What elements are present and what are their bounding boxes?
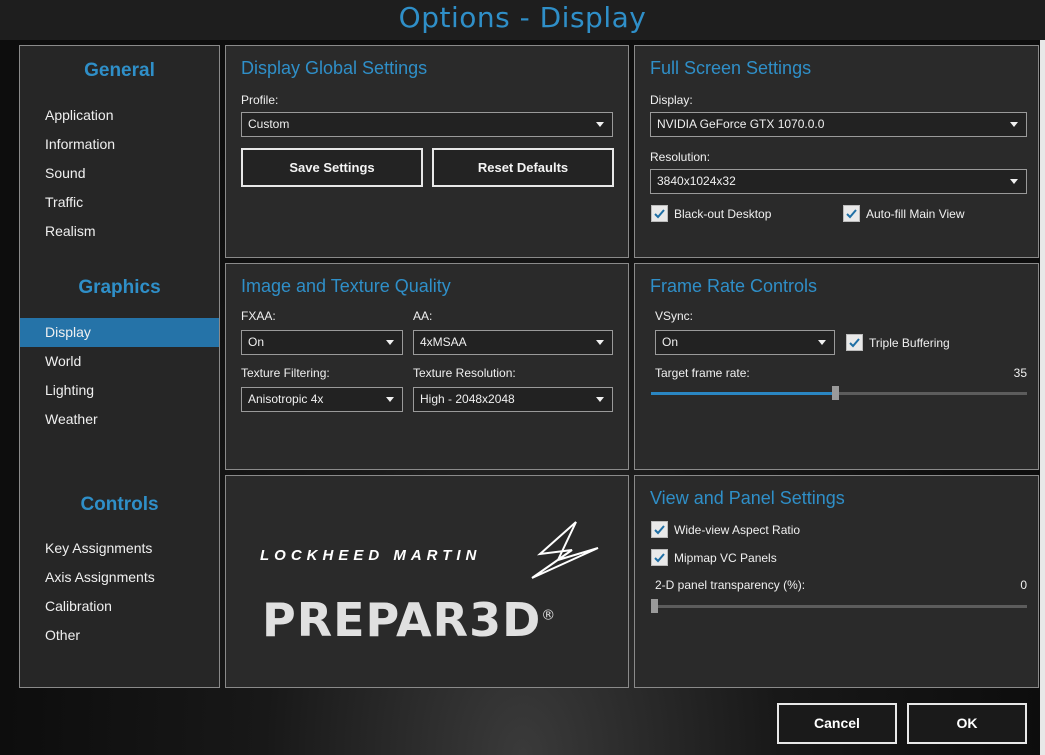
display-label: Display: (650, 93, 693, 107)
sidebar-item-realism[interactable]: Realism (20, 217, 219, 246)
chevron-down-icon (818, 340, 826, 345)
sidebar-heading-general: General (84, 60, 155, 81)
transparency-slider[interactable] (651, 599, 1027, 613)
image-quality-panel: Image and Texture Quality FXAA: On AA: 4… (225, 263, 629, 470)
sidebar-item-application[interactable]: Application (20, 101, 219, 130)
panel-title: Display Global Settings (241, 58, 428, 78)
sidebar-heading-controls: Controls (80, 494, 159, 515)
lockheed-martin-logo-text: LOCKHEED MARTIN (260, 547, 482, 564)
chevron-down-icon (1010, 122, 1018, 127)
sidebar-item-key-assignments[interactable]: Key Assignments (20, 534, 219, 563)
texture-filtering-value: Anisotropic 4x (248, 392, 324, 406)
panel-title: Image and Texture Quality (241, 276, 451, 296)
prepar3d-logo: PREPAR3D® (262, 593, 556, 647)
blackout-label: Black-out Desktop (674, 207, 772, 221)
transparency-label: 2-D panel transparency (%): (655, 578, 806, 592)
fxaa-label: FXAA: (241, 309, 276, 323)
sidebar-item-sound[interactable]: Sound (20, 159, 219, 188)
texture-filtering-label: Texture Filtering: (241, 366, 330, 380)
save-settings-button[interactable]: Save Settings (241, 148, 423, 187)
logo-panel: LOCKHEED MARTIN PREPAR3D® (225, 475, 629, 688)
aa-select[interactable]: 4xMSAA (413, 330, 613, 355)
checkmark-icon (654, 525, 665, 535)
frame-rate-panel: Frame Rate Controls VSync: On Triple Buf… (634, 263, 1039, 470)
mipmap-checkbox[interactable] (651, 549, 668, 566)
texture-filtering-select[interactable]: Anisotropic 4x (241, 387, 403, 412)
prepar3d-logo-text: PREPAR3D (262, 593, 542, 647)
profile-select[interactable]: Custom (241, 112, 613, 137)
sidebar-item-information[interactable]: Information (20, 130, 219, 159)
sidebar-item-other[interactable]: Other (20, 621, 219, 650)
texture-resolution-select[interactable]: High - 2048x2048 (413, 387, 613, 412)
aa-label: AA: (413, 309, 433, 323)
slider-thumb[interactable] (651, 599, 658, 613)
chevron-down-icon (386, 397, 394, 402)
mipmap-label: Mipmap VC Panels (674, 551, 777, 565)
triple-buffering-checkbox[interactable] (846, 334, 863, 351)
resolution-value: 3840x1024x32 (657, 174, 736, 188)
target-frame-rate-slider[interactable] (651, 386, 1027, 400)
blackout-checkbox[interactable] (651, 205, 668, 222)
fxaa-select[interactable]: On (241, 330, 403, 355)
checkmark-icon (846, 209, 857, 219)
sidebar-item-lighting[interactable]: Lighting (20, 376, 219, 405)
autofill-label: Auto-fill Main View (866, 207, 965, 221)
window-title: Options - Display (0, 0, 1045, 40)
resolution-select[interactable]: 3840x1024x32 (650, 169, 1027, 194)
resolution-label: Resolution: (650, 150, 711, 164)
texture-resolution-value: High - 2048x2048 (420, 392, 515, 406)
full-screen-panel: Full Screen Settings Display: NVIDIA GeF… (634, 45, 1039, 258)
target-frame-rate-label: Target frame rate: (655, 366, 750, 380)
vsync-label: VSync: (655, 309, 694, 323)
view-panel-settings-panel: View and Panel Settings Wide-view Aspect… (634, 475, 1039, 688)
aa-value: 4xMSAA (420, 335, 467, 349)
chevron-down-icon (596, 397, 604, 402)
target-frame-rate-value: 35 (1013, 366, 1027, 380)
texture-resolution-label: Texture Resolution: (413, 366, 516, 380)
display-value: NVIDIA GeForce GTX 1070.0.0 (657, 117, 825, 131)
sidebar-item-traffic[interactable]: Traffic (20, 188, 219, 217)
slider-fill (651, 392, 835, 395)
checkmark-icon (654, 209, 665, 219)
checkmark-icon (849, 338, 860, 348)
sidebar-heading-graphics: Graphics (78, 277, 161, 298)
reset-defaults-button[interactable]: Reset Defaults (432, 148, 614, 187)
chevron-down-icon (596, 122, 604, 127)
slider-thumb[interactable] (832, 386, 839, 400)
panel-title: View and Panel Settings (650, 488, 845, 508)
autofill-checkbox[interactable] (843, 205, 860, 222)
chevron-down-icon (596, 340, 604, 345)
triple-buffering-label: Triple Buffering (869, 336, 950, 350)
sidebar-item-display[interactable]: Display (20, 318, 219, 347)
wideview-label: Wide-view Aspect Ratio (674, 523, 801, 537)
profile-label: Profile: (241, 93, 279, 107)
vsync-value: On (662, 335, 679, 349)
sidebar: General Application Information Sound Tr… (19, 45, 220, 688)
profile-value: Custom (248, 117, 290, 131)
transparency-value: 0 (1020, 578, 1027, 592)
display-select[interactable]: NVIDIA GeForce GTX 1070.0.0 (650, 112, 1027, 137)
sidebar-item-axis-assignments[interactable]: Axis Assignments (20, 563, 219, 592)
chevron-down-icon (386, 340, 394, 345)
vsync-select[interactable]: On (655, 330, 835, 355)
registered-mark: ® (541, 607, 557, 624)
fxaa-value: On (248, 335, 265, 349)
wideview-checkbox[interactable] (651, 521, 668, 538)
checkmark-icon (654, 553, 665, 563)
cancel-button[interactable]: Cancel (777, 703, 897, 744)
sidebar-item-world[interactable]: World (20, 347, 219, 376)
display-global-panel: Display Global Settings Profile: Custom … (225, 45, 629, 258)
sidebar-item-calibration[interactable]: Calibration (20, 592, 219, 621)
sidebar-item-weather[interactable]: Weather (20, 405, 219, 434)
panel-title: Frame Rate Controls (650, 276, 818, 296)
ok-button[interactable]: OK (907, 703, 1027, 744)
star-logo-icon (531, 521, 599, 579)
panel-title: Full Screen Settings (650, 58, 812, 78)
chevron-down-icon (1010, 179, 1018, 184)
window-edge (1040, 40, 1045, 755)
